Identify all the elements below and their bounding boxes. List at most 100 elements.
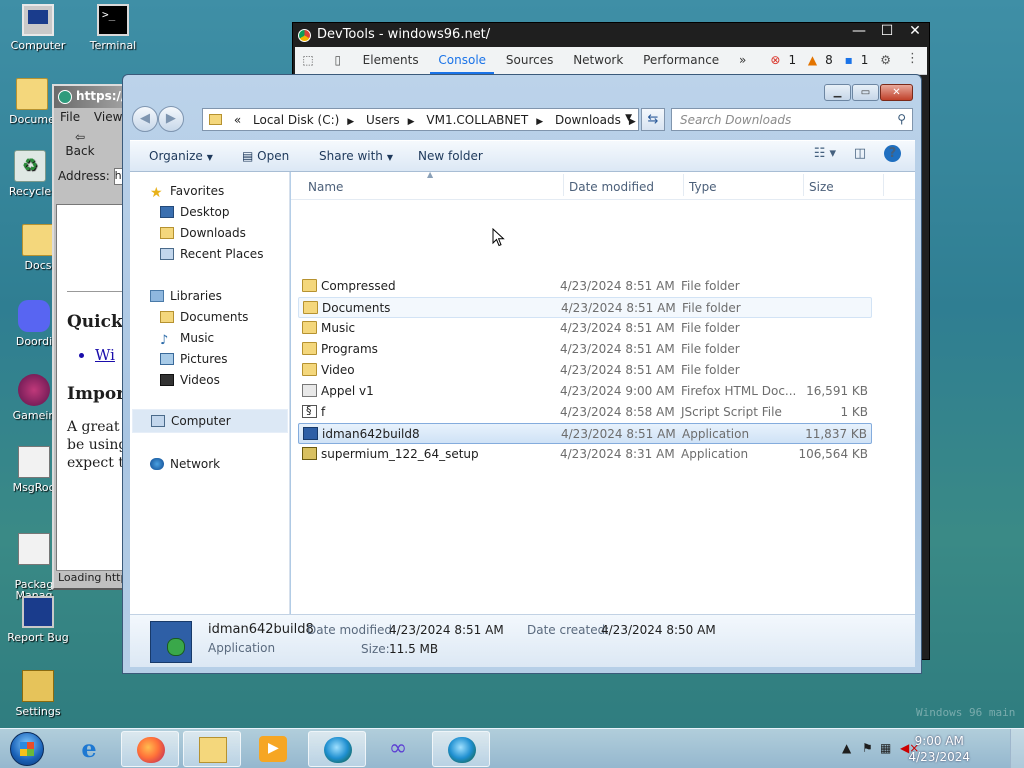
close-button[interactable]: ✕ (901, 23, 929, 39)
minimize-button[interactable]: ▁ (824, 84, 851, 101)
breadcrumb-overflow[interactable]: « (234, 113, 241, 127)
tab-console[interactable]: Console (430, 47, 495, 74)
explorer-window[interactable]: ▁ ▭ ✕ ◀ ▶ « Local Disk (C:) ▶ Users ▶ VM1.CO… (122, 74, 922, 674)
file-row-video[interactable]: Video 4/23/2024 8:51 AM File folder (298, 360, 872, 381)
desktop-icon-computer[interactable]: Computer (2, 4, 74, 52)
breadcrumb-user-folder[interactable]: VM1.COLLABNET (426, 113, 528, 127)
file-row-idman642build8[interactable]: idman642build8 4/23/2024 8:51 AM Applicati… (298, 423, 872, 444)
taskbar: e ∞ ▲ ⚑ ▦ ◀× 9:00 AM 4/23/2024 (0, 728, 1024, 768)
minimize-button[interactable]: — (845, 23, 873, 39)
chevron-right-icon[interactable]: ▶ (536, 117, 543, 127)
tab-network[interactable]: Network (565, 47, 631, 74)
preview-pane-icon[interactable]: ◫ (854, 146, 866, 161)
devtools-titlebar[interactable]: DevTools - windows96.net/ — ☐ ✕ (293, 23, 929, 47)
nav-computer[interactable]: Computer (132, 409, 288, 433)
desktop-icon-settings[interactable]: Settings (2, 670, 74, 718)
nav-libraries[interactable]: Libraries (150, 289, 222, 303)
downloads-folder-icon (160, 227, 174, 239)
desktop-icon-report-bug[interactable]: Report Bug (2, 596, 74, 644)
file-row-documents[interactable]: Documents 4/23/2024 8:51 AM File folder (298, 297, 872, 318)
view-options-button[interactable]: ☷ ▾ (814, 146, 836, 161)
file-row-compressed[interactable]: Compressed 4/23/2024 8:51 AM File folder (298, 276, 872, 297)
nav-recent-places[interactable]: Recent Places (160, 247, 263, 261)
clock[interactable]: 9:00 AM 4/23/2024 (908, 733, 970, 765)
tab-elements[interactable]: Elements (355, 47, 427, 74)
organize-button[interactable]: Organize ▼ (149, 149, 213, 163)
star-icon: ★ (150, 185, 163, 201)
close-button[interactable]: ✕ (880, 84, 913, 101)
taskbar-app-infinity[interactable]: ∞ (369, 731, 427, 767)
file-row-programs[interactable]: Programs 4/23/2024 8:51 AM File folder (298, 339, 872, 360)
address-bar[interactable]: « Local Disk (C:) ▶ Users ▶ VM1.COLLABNET ▶… (202, 108, 639, 131)
start-button[interactable] (2, 730, 52, 768)
file-row-f[interactable]: f4/23/2024 8:58 AMJScript Script File1 K… (298, 402, 872, 423)
menu-view[interactable]: View (94, 110, 122, 124)
browser-titlebar[interactable]: https://c (54, 86, 130, 108)
column-headers: ▲ Name Date modified Type Size (291, 170, 915, 200)
column-size[interactable]: Size (809, 180, 834, 194)
search-icon[interactable]: ⚲ (897, 112, 906, 126)
warning-icon: ▲ (807, 53, 818, 67)
taskbar-app-file-explorer[interactable] (183, 731, 241, 767)
nav-videos[interactable]: Videos (160, 373, 220, 387)
tab-performance[interactable]: Performance (635, 47, 727, 74)
search-placeholder: Search Downloads (680, 113, 792, 127)
column-date-modified[interactable]: Date modified (569, 180, 654, 194)
nav-pictures[interactable]: Pictures (160, 352, 228, 366)
browser-window[interactable]: https://c File View ⇦ Back Address: htt … (52, 84, 132, 590)
maximize-button[interactable]: ☐ (873, 23, 901, 39)
message-icon (18, 446, 50, 478)
column-name[interactable]: Name (308, 180, 343, 194)
details-size-value: 11.5 MB (389, 642, 439, 656)
nav-desktop[interactable]: Desktop (160, 205, 230, 219)
tab-sources[interactable]: Sources (498, 47, 561, 74)
menu-file[interactable]: File (60, 110, 80, 124)
network-icon[interactable]: ▦ (880, 741, 891, 755)
device-toolbar-icon[interactable]: ▯ (325, 48, 351, 67)
back-button[interactable]: ◀ (132, 106, 158, 132)
nav-network[interactable]: Network (150, 457, 220, 471)
nav-favorites[interactable]: ★ Favorites (150, 184, 224, 201)
issue-counters[interactable]: ⊗ 1 ▲ 8 ▪ 1 ⚙ (762, 53, 891, 67)
taskbar-app-browser-2[interactable] (432, 731, 490, 767)
desktop-icon-label: Report Bug (7, 631, 69, 644)
column-type[interactable]: Type (689, 180, 717, 194)
nav-downloads[interactable]: Downloads (160, 226, 246, 240)
taskbar-app-media-player[interactable] (244, 731, 302, 767)
chevron-down-icon[interactable]: ▼ (625, 113, 632, 123)
taskbar-app-firefox[interactable] (121, 731, 179, 767)
nav-documents[interactable]: Documents (160, 310, 248, 324)
chevron-right-icon[interactable]: ▶ (408, 117, 415, 127)
more-tabs-button[interactable]: » (731, 47, 754, 74)
file-row-supermium-setup[interactable]: supermium_122_64_setup 4/23/2024 8:31 AM A… (298, 444, 872, 465)
application-icon (303, 427, 318, 440)
desktop-icon-terminal[interactable]: Terminal (77, 4, 149, 52)
breadcrumb-users[interactable]: Users (366, 113, 400, 127)
refresh-button[interactable]: ⇆ (641, 108, 665, 131)
maximize-button[interactable]: ▭ (852, 84, 879, 101)
share-with-button[interactable]: Share with ▼ (319, 149, 393, 163)
forward-button[interactable]: ▶ (157, 106, 184, 132)
open-button[interactable]: ▤ Open (242, 149, 289, 163)
file-row-music[interactable]: Music 4/23/2024 8:51 AM File folder (298, 318, 872, 339)
inspect-element-icon[interactable]: ⬚ (295, 48, 321, 67)
show-desktop-button[interactable] (1010, 729, 1024, 768)
gear-icon[interactable]: ⚙ (880, 53, 891, 67)
taskbar-app-browser[interactable] (308, 731, 366, 767)
details-pane: idman642build8 Application Date modified… (130, 614, 915, 667)
file-list: ▲ Name Date modified Type Size Compresse… (291, 170, 915, 614)
nav-music[interactable]: ♪ Music (160, 331, 214, 347)
help-icon[interactable]: ? (884, 145, 901, 162)
search-input[interactable]: Search Downloads ⚲ (671, 108, 913, 131)
action-center-flag-icon[interactable]: ⚑ (862, 741, 873, 755)
new-folder-button[interactable]: New folder (418, 149, 483, 163)
breadcrumb-downloads[interactable]: Downloads (555, 113, 621, 127)
taskbar-app-internet-explorer[interactable]: e (60, 731, 118, 767)
file-row-appel-v1[interactable]: Appel v1 4/23/2024 9:00 AM Firefox HTML Do… (298, 381, 872, 402)
show-hidden-icons-button[interactable]: ▲ (842, 741, 851, 755)
kebab-menu-icon[interactable]: ⋮ (906, 51, 919, 66)
chevron-right-icon[interactable]: ▶ (347, 117, 354, 127)
breadcrumb-local-disk[interactable]: Local Disk (C:) (253, 113, 339, 127)
back-button[interactable]: ⇦ Back (60, 130, 100, 158)
folder-icon (302, 363, 317, 376)
